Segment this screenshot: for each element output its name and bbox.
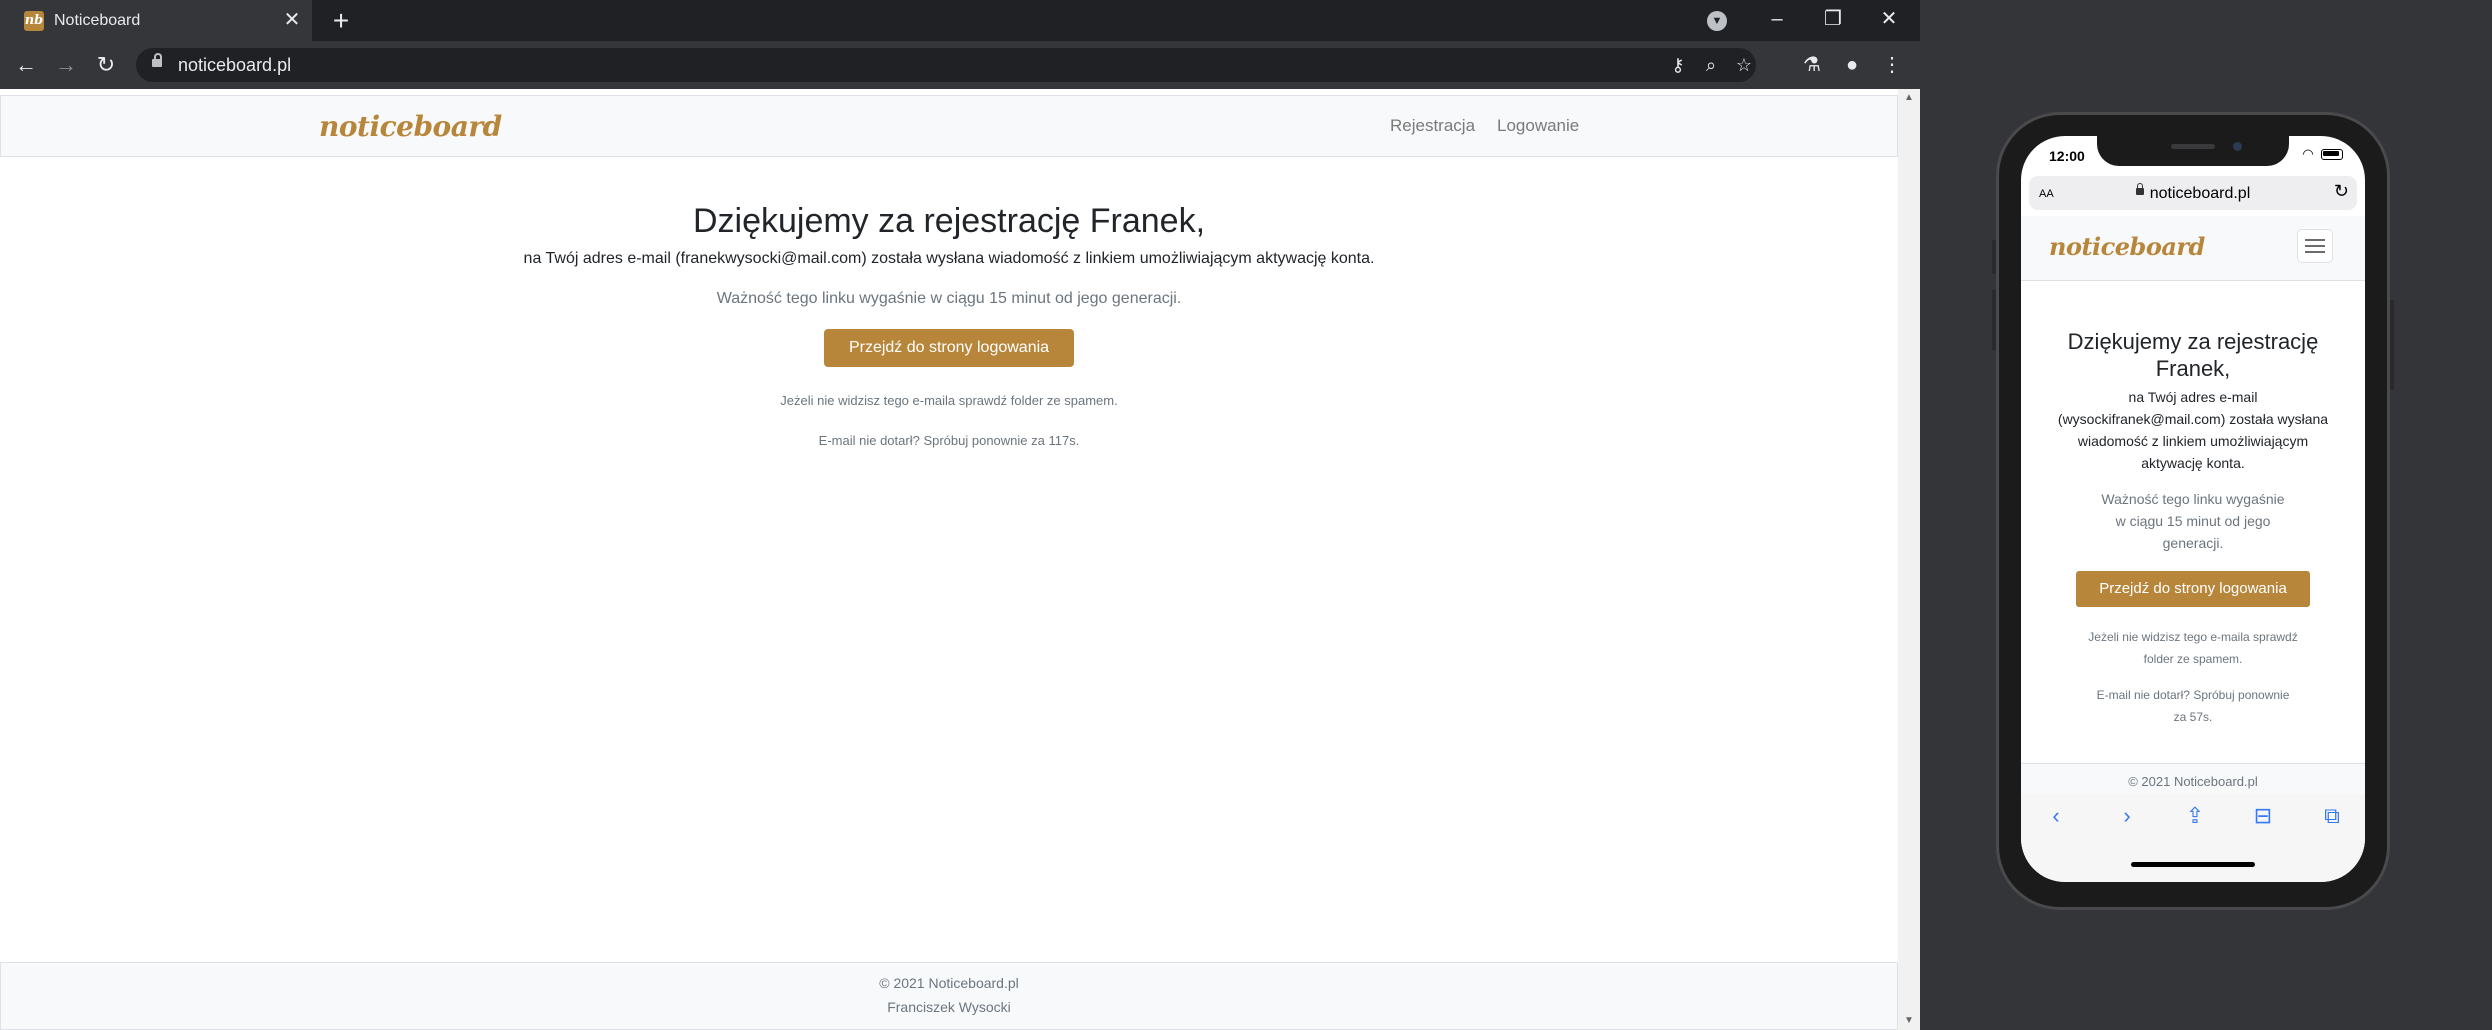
scrollbar[interactable]: ▲ ▼	[1898, 89, 1920, 1030]
forward-arrow-icon[interactable]: →	[50, 49, 82, 81]
zoom-icon[interactable]: ⌕	[1699, 53, 1723, 77]
brand-logo[interactable]: noticeboard	[319, 110, 502, 143]
phone-volume-button	[1992, 290, 1996, 350]
restore-icon[interactable]: ❐	[1816, 4, 1850, 34]
kebab-menu-icon[interactable]: ⋮	[1876, 49, 1908, 81]
email-sent-message: na Twój adres e-mail (franekwysocki@mail…	[523, 250, 1375, 267]
speaker-grille	[2171, 144, 2215, 149]
page-title: Dziękujemy za rejestrację Franek,	[692, 202, 1206, 240]
tab-noticeboard[interactable]: nb Noticeboard ✕	[0, 0, 312, 41]
scroll-down-arrow-icon[interactable]: ▼	[1898, 1012, 1920, 1030]
back-arrow-icon[interactable]: ←	[10, 49, 42, 81]
status-icons: ◠	[2302, 146, 2343, 162]
phone-screen: 12:00 ◠ AA noticeboard.pl ↻ noticeboard …	[2021, 136, 2365, 882]
link-validity-message: Ważność tego linku wygaśnie w ciągu 15 m…	[2101, 491, 2285, 551]
phone-power-button	[2390, 300, 2394, 390]
address-bar[interactable]: noticeboard.pl ⚷ ⌕ ☆	[136, 48, 1756, 82]
go-to-login-button[interactable]: Przejdź do strony logowania	[823, 329, 1075, 367]
link-validity-message: Ważność tego linku wygaśnie w ciągu 15 m…	[716, 290, 1182, 307]
lock-icon	[152, 53, 162, 67]
nav-link-rejestracja[interactable]: Rejestracja	[1390, 116, 1475, 136]
hamburger-icon[interactable]	[2297, 229, 2333, 263]
profile-icon[interactable]: ●	[1836, 49, 1868, 81]
minimize-icon[interactable]: –	[1760, 4, 1794, 34]
footer-copyright: © 2021 Noticeboard.pl	[879, 975, 1019, 991]
site-navbar: noticeboard Rejestracja Logowanie	[0, 95, 1898, 157]
tab-bar: nb Noticeboard ✕ + ▼ – ❐ ✕	[0, 0, 1920, 41]
back-chevron-icon[interactable]: ‹	[2040, 802, 2072, 830]
mobile-address-bar[interactable]: AA noticeboard.pl ↻	[2029, 176, 2357, 210]
phone-notch	[2097, 136, 2289, 166]
footer-author: Franciszek Wysocki	[887, 999, 1011, 1015]
brand-logo[interactable]: noticeboard	[2049, 232, 2205, 261]
labs-flask-icon[interactable]: ⚗	[1796, 49, 1828, 81]
close-icon[interactable]: ✕	[280, 8, 304, 32]
mobile-url[interactable]: noticeboard.pl	[2029, 183, 2357, 203]
favicon-icon: nb	[24, 11, 44, 31]
tabs-icon[interactable]: ⧉	[2316, 802, 2348, 830]
page-viewport: noticeboard Rejestracja Logowanie Dzięku…	[0, 89, 1898, 1030]
email-sent-message: na Twój adres e-mail (wysockifranek@mail…	[2057, 389, 2329, 471]
scroll-up-arrow-icon[interactable]: ▲	[1898, 89, 1920, 107]
star-icon[interactable]: ☆	[1732, 53, 1756, 77]
bookmarks-icon[interactable]: ⊟	[2247, 802, 2279, 830]
safari-bottom-toolbar: ‹ › ⇪ ⊟ ⧉	[2021, 794, 2365, 882]
status-time: 12:00	[2049, 148, 2085, 164]
plus-icon[interactable]: +	[326, 6, 356, 36]
retry-countdown: E-mail nie dotarł? Spróbuj ponownie za 1…	[818, 433, 1080, 448]
spam-note: Jeżeli nie widzisz tego e-maila sprawdź …	[2088, 630, 2298, 666]
mobile-confirmation-content: Dziękujemy za rejestrację Franek, na Twó…	[2021, 328, 2365, 728]
tab-title: Noticeboard	[54, 12, 141, 29]
browser-toolbar: ← → ↻ noticeboard.pl ⚷ ⌕ ☆ ⚗ ● ⋮	[0, 41, 1920, 89]
profile-dropdown-icon[interactable]: ▼	[1707, 11, 1727, 31]
share-icon[interactable]: ⇪	[2179, 802, 2211, 830]
reload-icon[interactable]: ↻	[90, 49, 122, 81]
site-footer: © 2021 Noticeboard.pl Franciszek Wysocki	[0, 962, 1898, 1030]
url-text[interactable]: noticeboard.pl	[178, 55, 291, 75]
mobile-navbar: noticeboard	[2021, 216, 2365, 281]
close-window-icon[interactable]: ✕	[1872, 4, 1906, 34]
go-to-login-button[interactable]: Przejdź do strony logowania	[2076, 571, 2310, 607]
reload-icon[interactable]: ↻	[2334, 181, 2349, 202]
nav-link-logowanie[interactable]: Logowanie	[1497, 116, 1579, 136]
forward-chevron-icon[interactable]: ›	[2111, 802, 2143, 830]
wifi-icon: ◠	[2302, 146, 2314, 161]
retry-countdown: E-mail nie dotarł? Spróbuj ponownie za 5…	[2096, 688, 2290, 724]
lock-icon	[2135, 183, 2144, 196]
home-indicator	[2131, 862, 2255, 867]
spam-note: Jeżeli nie widzisz tego e-maila sprawdź …	[780, 393, 1118, 408]
key-icon[interactable]: ⚷	[1666, 53, 1690, 77]
confirmation-content: Dziękujemy za rejestrację Franek, na Twó…	[0, 199, 1898, 451]
desktop-browser-window: nb Noticeboard ✕ + ▼ – ❐ ✕ ← → ↻ noticeb…	[0, 0, 1920, 1030]
camera-icon	[2233, 142, 2242, 151]
phone-volume-button	[1992, 240, 1996, 274]
page-title: Dziękujemy za rejestrację Franek,	[2067, 329, 2319, 381]
battery-icon	[2321, 148, 2343, 160]
